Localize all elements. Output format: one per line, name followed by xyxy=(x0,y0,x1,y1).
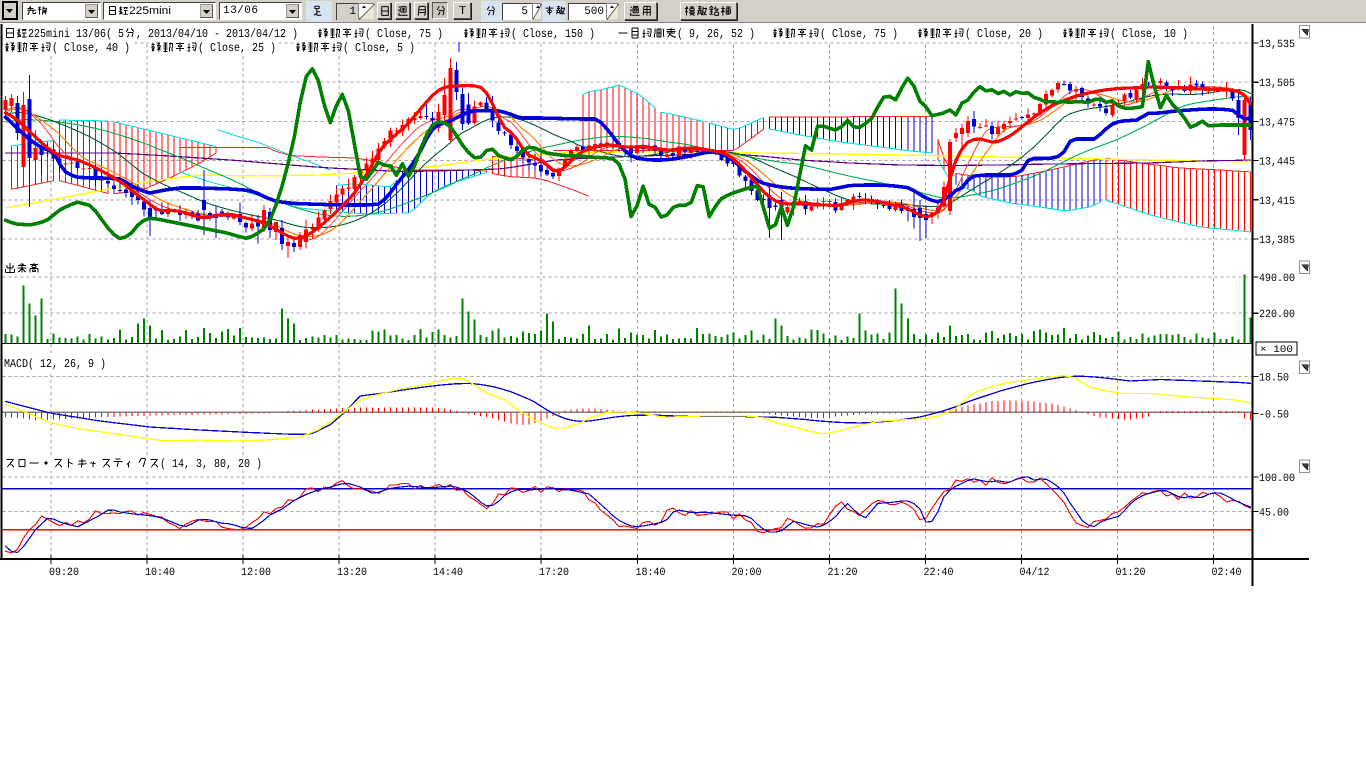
svg-text:( 14, 3, 80, 20 ): ( 14, 3, 80, 20 ) xyxy=(160,457,262,471)
svg-text:18:40: 18:40 xyxy=(636,567,666,579)
svg-text:13,535: 13,535 xyxy=(1259,39,1295,51)
svg-text:220.00: 220.00 xyxy=(1259,309,1295,321)
svg-text:21:20: 21:20 xyxy=(828,567,858,579)
svg-text:09:20: 09:20 xyxy=(49,567,79,579)
svg-text:225mini 13/06( 5: 225mini 13/06( 5 xyxy=(28,27,124,41)
svg-text:20:00: 20:00 xyxy=(732,567,762,579)
svg-text:-0.50: -0.50 xyxy=(1259,410,1289,422)
svg-text:( Close, 5 ): ( Close, 5 ) xyxy=(343,41,415,55)
svg-text:( Close, 40 ): ( Close, 40 ) xyxy=(52,41,130,55)
svg-text:12:00: 12:00 xyxy=(241,567,271,579)
svg-text:× 100: × 100 xyxy=(1260,345,1293,356)
svg-text:10:40: 10:40 xyxy=(145,567,175,579)
svg-text:( 9, 26, 52 ): ( 9, 26, 52 ) xyxy=(677,27,755,41)
svg-text:( Close, 10 ): ( Close, 10 ) xyxy=(1110,27,1188,41)
svg-text:02:40: 02:40 xyxy=(1212,567,1242,579)
svg-text:13,475: 13,475 xyxy=(1259,117,1295,129)
svg-text:13,415: 13,415 xyxy=(1259,196,1295,208)
svg-text:( Close, 150 ): ( Close, 150 ) xyxy=(511,27,595,41)
svg-text:100.00: 100.00 xyxy=(1259,473,1295,485)
svg-text:01:20: 01:20 xyxy=(1116,567,1146,579)
svg-text:13,445: 13,445 xyxy=(1259,157,1295,169)
svg-text:( Close, 25 ): ( Close, 25 ) xyxy=(198,41,276,55)
svg-text:225mini: 225mini xyxy=(129,5,171,17)
svg-text:( Close, 20 ): ( Close, 20 ) xyxy=(965,27,1043,41)
svg-text:13,385: 13,385 xyxy=(1259,235,1295,247)
svg-text:22:40: 22:40 xyxy=(924,567,954,579)
svg-text:MACD( 12, 26, 9 ): MACD( 12, 26, 9 ) xyxy=(4,357,106,371)
svg-text:13:20: 13:20 xyxy=(337,567,367,579)
svg-text:14:40: 14:40 xyxy=(433,567,463,579)
svg-text:490.00: 490.00 xyxy=(1259,273,1295,285)
svg-text:04/12: 04/12 xyxy=(1020,567,1050,579)
svg-text:, 2013/04/10 - 2013/04/12 ): , 2013/04/10 - 2013/04/12 ) xyxy=(136,27,298,41)
svg-text:( Close, 75 ): ( Close, 75 ) xyxy=(820,27,898,41)
svg-text:17:20: 17:20 xyxy=(539,567,569,579)
svg-text:18.50: 18.50 xyxy=(1259,373,1289,385)
svg-text:45.00: 45.00 xyxy=(1259,508,1289,520)
svg-text:( Close, 75 ): ( Close, 75 ) xyxy=(365,27,443,41)
svg-text:13,505: 13,505 xyxy=(1259,78,1295,90)
